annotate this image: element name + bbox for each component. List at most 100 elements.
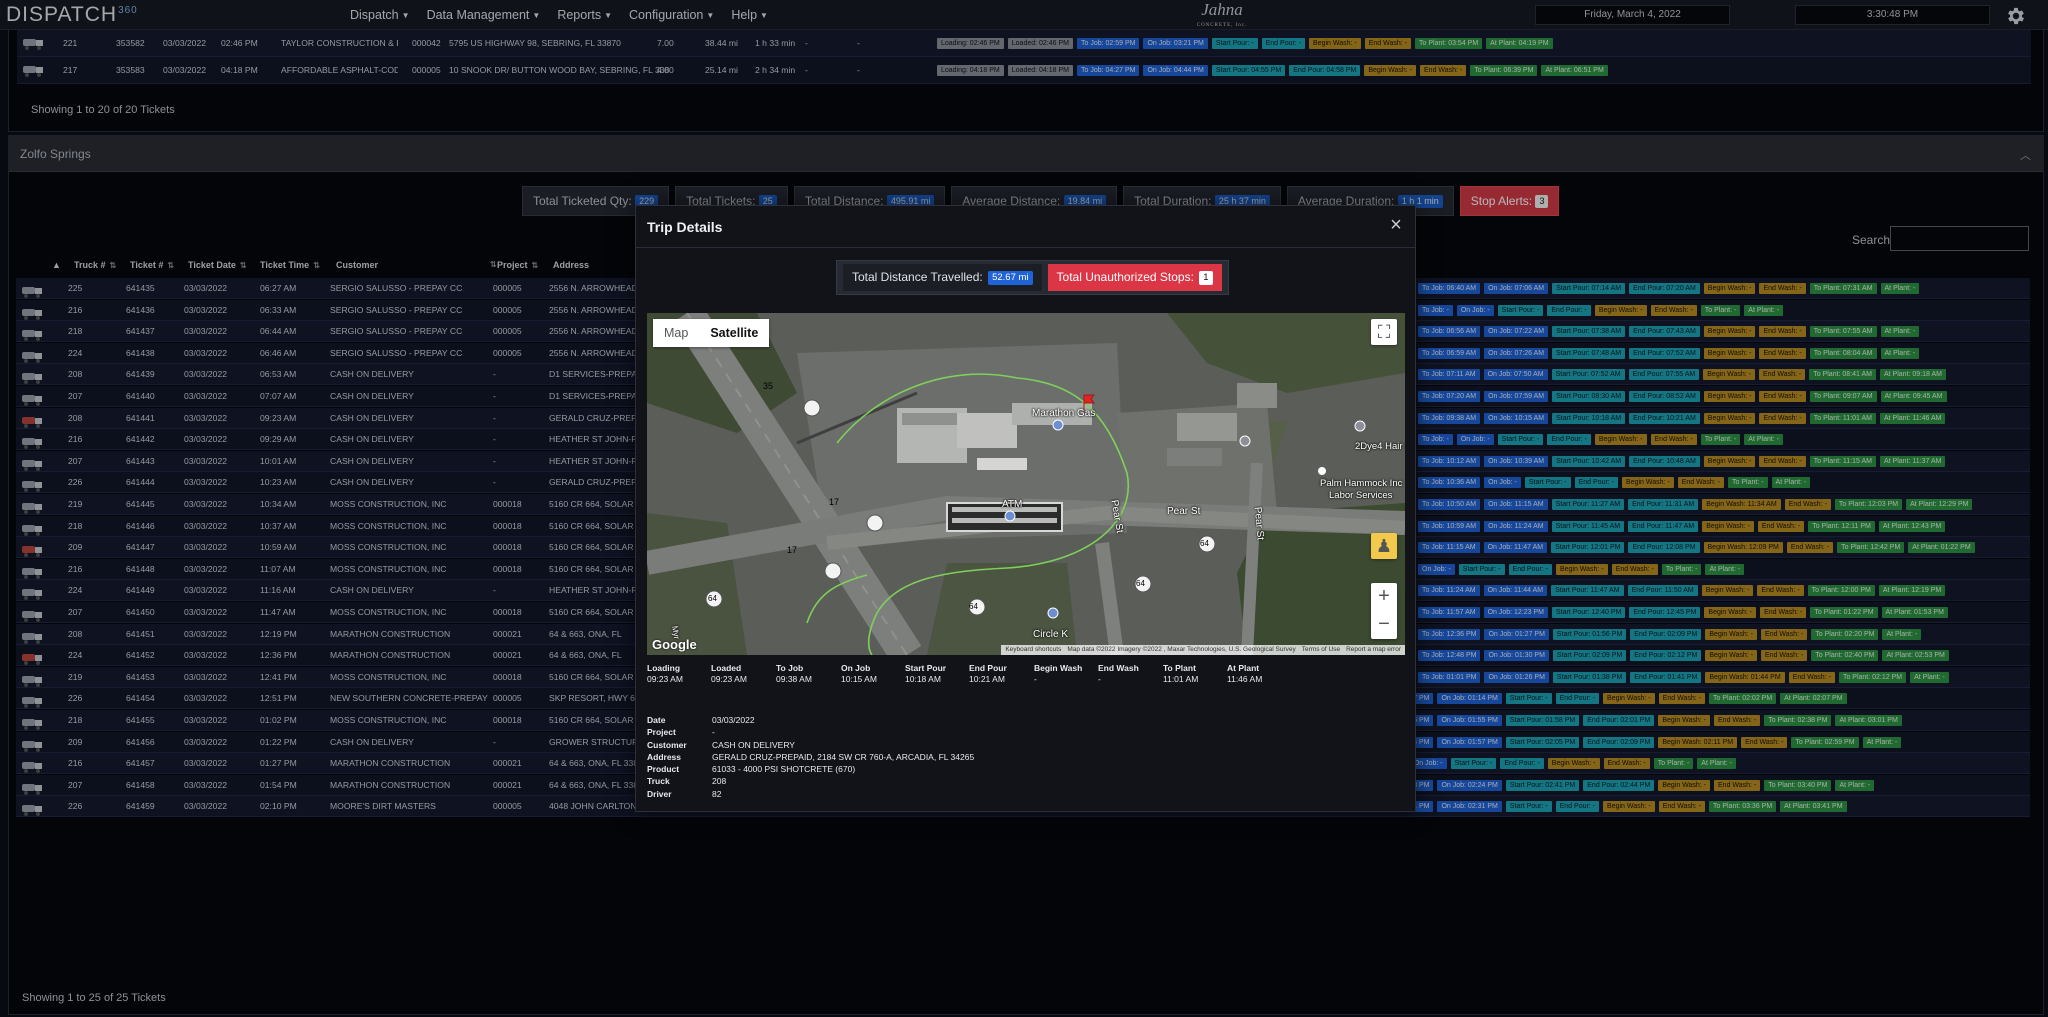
address: 2556 N. ARROWHEAD — [549, 283, 638, 293]
project-number: 000021 — [493, 650, 522, 661]
caret-down-icon: ▼ — [760, 11, 768, 21]
customer-name: CASH ON DELIVERY — [330, 369, 414, 380]
menu-configuration[interactable]: Configuration ▼ — [629, 8, 714, 22]
zoom-in-button[interactable]: + — [1371, 583, 1397, 611]
truck-icon — [22, 503, 42, 514]
status-badge: End Wash: - — [1741, 736, 1788, 748]
app-logo[interactable]: DISPATCH360 — [6, 3, 138, 27]
stop-alerts-button[interactable]: Stop Alerts: 3 — [1459, 186, 1560, 216]
truck-icon — [22, 805, 42, 817]
status-badge: To Plant: 09:07 AM — [1809, 391, 1877, 402]
close-icon[interactable]: × — [1385, 215, 1407, 237]
pegman-icon[interactable]: ♟ — [1371, 533, 1397, 559]
col-truck[interactable]: Truck # ⇅ — [74, 260, 116, 270]
status-badge: End Wash: - — [1759, 412, 1806, 424]
status-badge: On Job: 03:21 PM — [1143, 37, 1208, 49]
map-type-satellite[interactable]: Satellite — [699, 319, 769, 347]
table-row[interactable]: 221 353582 03/03/2022 02:46 PM TAYLOR CONSTR… — [17, 30, 2031, 57]
detail-value: - — [712, 727, 715, 738]
trip-time-label: At Plant — [1227, 663, 1260, 673]
status-badge: End Pour: 02:09 PM — [1583, 736, 1655, 748]
ticket-number: 641437 — [126, 326, 155, 337]
sort-icon[interactable]: ▲ — [52, 260, 61, 270]
col-ticket-time[interactable]: Ticket Time ⇅ — [260, 260, 320, 270]
status-badge: End Pour: 11:50 AM — [1627, 585, 1698, 597]
gear-icon[interactable] — [2005, 5, 2027, 27]
status-badge: Begin Wash: - — [1603, 693, 1655, 705]
brand-name: Jahna — [1201, 0, 1243, 19]
ticket-date: 03/03/2022 — [163, 38, 207, 48]
menu-reports[interactable]: Reports ▼ — [557, 8, 612, 22]
status-badge: Start Pour: 10:42 AM — [1552, 455, 1626, 467]
status-badge: To Job: 12:36 PM — [1418, 628, 1481, 640]
col-project[interactable]: Project ⇅ — [497, 260, 538, 270]
satellite-map[interactable]: 35 17 17 64 64 64 64 Marathon Gas ATM Pe… — [647, 313, 1405, 655]
status-badge: On Job: - — [1456, 434, 1494, 446]
status-badge: On Job: 07:50 AM — [1483, 369, 1548, 381]
status-badge: End Wash: - — [1758, 369, 1806, 381]
ticket-time: 06:33 AM — [260, 304, 297, 315]
status-badges: To Job: 07:20 AM On Job: 07:59 AM Start Po… — [1418, 386, 1947, 407]
map-label-palm-hammock: Palm Hammock Inc — [1320, 478, 1403, 489]
ticket-number: 641452 — [126, 650, 155, 661]
trip-time-label: To Job — [776, 663, 804, 673]
search-input[interactable] — [1890, 226, 2029, 251]
ticket-date: 03/03/2022 — [184, 779, 228, 790]
status-badge: End Pour: - — [1261, 37, 1306, 49]
col-ticket-date[interactable]: Ticket Date ⇅ — [188, 260, 247, 270]
ticket-number: 641451 — [126, 628, 155, 639]
project-number: - — [493, 585, 496, 596]
status-badges: To Job: 11:57 AM On Job: 12:23 PM Start Po… — [1418, 602, 1948, 623]
trip-time-4: Start Pour 10:18 AM — [905, 663, 963, 685]
quantity: 7.00 — [657, 38, 674, 48]
status-badge: Begin Wash: 01:44 PM — [1705, 671, 1785, 683]
col-address-label: Address — [553, 260, 590, 270]
map-type-map[interactable]: Map — [653, 319, 699, 347]
ticket-time: 07:07 AM — [260, 391, 297, 401]
address: 5160 CR 664, SOLAR — [549, 607, 634, 617]
ticket-number: 641454 — [126, 693, 155, 704]
report-error-link[interactable]: Report a map error — [1346, 645, 1401, 655]
chevron-up-icon[interactable]: ︿ — [2020, 147, 2031, 163]
truck-icon — [22, 481, 42, 493]
status-badge: On Job: 02:24 PM — [1437, 779, 1502, 791]
address: 10 SNOOK DR/ BUTTON WOOD BAY, SEBRING, F… — [449, 65, 669, 75]
detail-row: Truck 208 — [647, 775, 974, 787]
status-badge: End Pour: 07:43 AM — [1629, 326, 1700, 338]
ticket-number: 641457 — [126, 758, 155, 769]
unauthorized-stops-label: Total Unauthorized Stops: — [1056, 270, 1194, 284]
status-badge: End Wash: - — [1761, 650, 1808, 662]
zoom-out-button[interactable]: − — [1371, 611, 1397, 639]
status-badge: To Plant: 11:01 AM — [1809, 412, 1876, 424]
status-badge: End Wash: - — [1759, 347, 1806, 359]
menu-data-management[interactable]: Data Management ▼ — [427, 8, 541, 22]
map-label-pear-st: Pear St — [1167, 506, 1201, 517]
truck-icon — [22, 589, 42, 601]
col-ticket[interactable]: Ticket # ⇅ — [130, 260, 174, 270]
table-row[interactable]: 217 353583 03/03/2022 04:18 PM AFFORDABLE AS… — [17, 57, 2031, 84]
status-badge: Begin Wash: - — [1594, 304, 1647, 316]
col-address[interactable]: Address — [553, 260, 589, 270]
menu-help[interactable]: Help ▼ — [731, 8, 768, 22]
panel-header[interactable]: Zolfo Springs ︿ — [9, 136, 2043, 172]
status-badge: On Job: 11:47 AM — [1483, 542, 1548, 554]
menu-dispatch[interactable]: Dispatch ▼ — [350, 8, 410, 22]
unauthorized-stops[interactable]: Total Unauthorized Stops: 1 — [1047, 264, 1222, 291]
keyboard-shortcuts-link[interactable]: Keyboard shortcuts — [1005, 645, 1061, 655]
status-badge: At Plant: 03:01 PM — [1835, 715, 1902, 726]
project-number: 000018 — [493, 715, 522, 725]
fullscreen-icon[interactable]: ⛶ — [1371, 319, 1397, 345]
truck-icon — [22, 330, 42, 342]
status-badge: Start Pour: 02:05 PM — [1505, 736, 1580, 748]
trip-details: Date 03/03/2022 Project - Customer CASH ON DE… — [647, 714, 974, 800]
sort-icon: ⇅ — [490, 260, 497, 269]
ticket-date: 03/03/2022 — [184, 283, 228, 293]
extra-column: - — [857, 38, 860, 48]
terms-link[interactable]: Terms of Use — [1302, 645, 1340, 655]
address: HEATHER ST JOHN-PREPAID — [549, 585, 639, 596]
ticket-date: 03/03/2022 — [184, 499, 228, 509]
menu-reports-label: Reports — [557, 8, 602, 22]
truck-number: 208 — [68, 412, 83, 423]
col-customer[interactable]: Customer ⇅ — [336, 260, 497, 270]
status-badge: Start Pour: 07:48 AM — [1552, 347, 1626, 359]
